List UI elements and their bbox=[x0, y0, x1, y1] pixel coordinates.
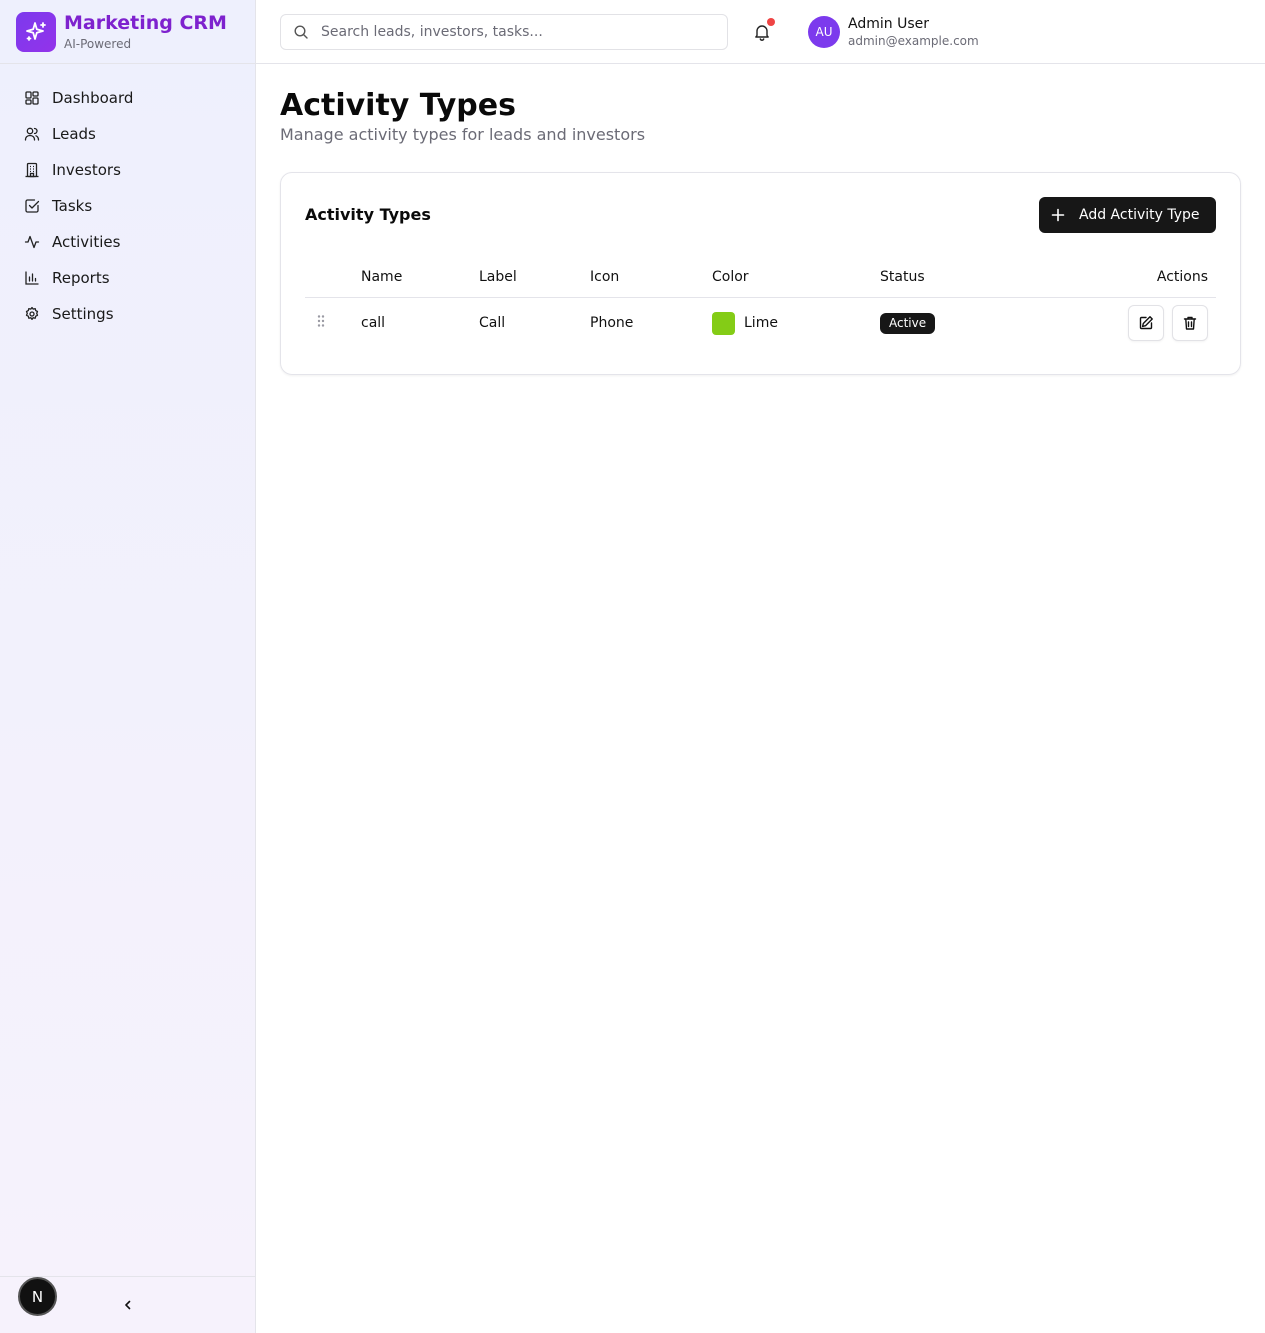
column-header-label: Label bbox=[479, 257, 590, 298]
sidebar-item-reports[interactable]: Reports bbox=[0, 260, 255, 296]
search-icon bbox=[294, 25, 308, 39]
sidebar-item-label: Tasks bbox=[52, 197, 93, 215]
sidebar-item-label: Activities bbox=[52, 233, 121, 251]
activity-types-card: Activity Types Add Activity Type Name La… bbox=[280, 172, 1241, 375]
table-row: call Call Phone Lime Active bbox=[305, 297, 1216, 349]
notification-dot bbox=[767, 18, 775, 26]
column-header-status: Status bbox=[880, 257, 1050, 298]
user-name: Admin User bbox=[848, 16, 929, 32]
sidebar-item-label: Reports bbox=[52, 269, 110, 287]
cell-label: Call bbox=[479, 315, 506, 332]
collapse-sidebar-button[interactable] bbox=[118, 1295, 138, 1315]
sidebar-item-label: Investors bbox=[52, 161, 121, 179]
table-header-row: Name Label Icon Color Status Actions bbox=[305, 257, 1216, 298]
brand-subtitle: AI-Powered bbox=[64, 36, 132, 51]
column-header-color: Color bbox=[712, 257, 880, 298]
sidebar-item-leads[interactable]: Leads bbox=[0, 116, 255, 152]
notifications-button[interactable] bbox=[752, 18, 775, 42]
cell-icon: Phone bbox=[590, 315, 634, 332]
color-swatch bbox=[712, 311, 735, 335]
sidebar-item-tasks[interactable]: Tasks bbox=[0, 188, 255, 224]
sidebar-item-settings[interactable]: Settings bbox=[0, 296, 255, 332]
column-header-drag bbox=[305, 257, 361, 298]
column-header-icon: Icon bbox=[590, 257, 712, 298]
add-activity-type-button[interactable]: Add Activity Type bbox=[1039, 197, 1216, 233]
delete-button[interactable] bbox=[1172, 305, 1208, 342]
cell-color: Lime bbox=[712, 297, 880, 349]
status-badge: Active bbox=[880, 312, 936, 334]
search-box[interactable] bbox=[280, 14, 728, 50]
edit-icon bbox=[1139, 316, 1153, 330]
activity-icon bbox=[24, 235, 40, 249]
nextjs-badge[interactable]: N bbox=[18, 1277, 57, 1316]
cell-actions bbox=[1050, 297, 1216, 349]
chevron-left-icon bbox=[125, 1300, 131, 1310]
user-info[interactable]: Admin User admin@example.com bbox=[848, 15, 979, 49]
grip-vertical-icon bbox=[317, 315, 325, 327]
trash-icon bbox=[1183, 317, 1197, 330]
color-name: Lime bbox=[744, 315, 778, 332]
page-subtitle: Manage activity types for leads and inve… bbox=[280, 125, 646, 144]
sparkles-icon bbox=[16, 11, 56, 52]
sidebar: Marketing CRM AI-Powered Dashboard Leads… bbox=[0, 0, 256, 1333]
sidebar-footer: N bbox=[0, 1276, 255, 1333]
column-header-actions: Actions bbox=[1050, 257, 1216, 298]
plus-icon bbox=[1051, 208, 1065, 222]
drag-handle[interactable] bbox=[305, 297, 361, 349]
edit-button[interactable] bbox=[1128, 305, 1164, 342]
building-icon bbox=[25, 162, 39, 178]
sidebar-item-activities[interactable]: Activities bbox=[0, 224, 255, 260]
cell-status: Active bbox=[880, 297, 1050, 349]
sidebar-nav: Dashboard Leads Investors Tasks Activiti… bbox=[0, 64, 255, 332]
sidebar-item-investors[interactable]: Investors bbox=[0, 152, 255, 188]
dashboard-icon bbox=[25, 91, 39, 105]
user-email: admin@example.com bbox=[848, 34, 979, 48]
sidebar-item-dashboard[interactable]: Dashboard bbox=[0, 80, 255, 116]
brand-title: Marketing CRM bbox=[64, 11, 227, 34]
search-input[interactable] bbox=[321, 24, 701, 40]
bar-chart-icon bbox=[25, 271, 39, 285]
gear-icon bbox=[25, 306, 39, 320]
checkbox-icon bbox=[25, 199, 40, 213]
cell-name: call bbox=[361, 315, 386, 332]
brand[interactable]: Marketing CRM AI-Powered bbox=[0, 0, 255, 64]
avatar[interactable]: AU bbox=[808, 16, 840, 48]
column-header-name: Name bbox=[361, 257, 479, 298]
sidebar-item-label: Dashboard bbox=[52, 89, 134, 107]
sidebar-item-label: Leads bbox=[52, 125, 96, 143]
page-title: Activity Types bbox=[280, 88, 516, 123]
add-button-label: Add Activity Type bbox=[1079, 207, 1200, 223]
main-content: Activity Types Manage activity types for… bbox=[280, 88, 1241, 375]
sidebar-item-label: Settings bbox=[52, 305, 114, 323]
top-bar: AU Admin User admin@example.com bbox=[256, 0, 1265, 64]
activity-types-table: Name Label Icon Color Status Actions cal… bbox=[305, 257, 1216, 349]
users-icon bbox=[24, 127, 40, 141]
